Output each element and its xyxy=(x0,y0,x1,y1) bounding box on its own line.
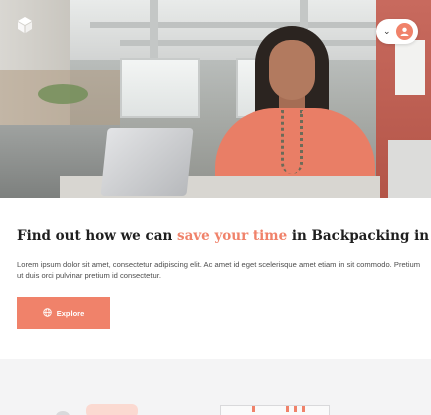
explore-button[interactable]: Explore xyxy=(17,297,110,329)
person-necklace xyxy=(281,110,303,174)
hero-image xyxy=(0,0,431,198)
lower-section xyxy=(0,359,431,415)
user-icon xyxy=(396,23,413,40)
hero-window xyxy=(120,58,200,118)
chevron-down-icon: ⌄ xyxy=(383,26,391,36)
body-paragraph: Lorem ipsum dolor sit amet, consectetur … xyxy=(17,260,421,280)
content-card: Find out how we can save your time in Ba… xyxy=(0,198,431,359)
decorative-shape xyxy=(56,411,70,415)
explore-button-label: Explore xyxy=(56,308,85,318)
decorative-dot xyxy=(252,406,255,412)
user-menu-button[interactable]: ⌄ xyxy=(376,19,418,44)
decorative-dot xyxy=(302,406,305,412)
hero-printer xyxy=(388,140,431,198)
hero-pipe xyxy=(150,0,158,60)
headline-accent: save your time xyxy=(176,228,288,244)
decorative-dot xyxy=(286,406,289,412)
decorative-shape xyxy=(86,404,138,415)
headline-text: Find out how we can xyxy=(17,228,177,244)
decorative-illustration xyxy=(220,405,330,415)
hero-person xyxy=(205,18,375,198)
person-face xyxy=(269,40,315,100)
page-title: Find out how we can save your time in Ba… xyxy=(17,228,431,244)
cube-icon[interactable] xyxy=(16,16,34,34)
hero-plant xyxy=(38,84,88,104)
hero-laptop xyxy=(100,128,194,196)
headline-text-end: in Backpacking in Europe xyxy=(291,228,431,244)
hero-whiteboard xyxy=(395,40,425,95)
globe-icon xyxy=(43,307,52,319)
decorative-dot xyxy=(294,406,297,412)
page: ⌄ Find out how we can save your time in … xyxy=(0,0,431,415)
